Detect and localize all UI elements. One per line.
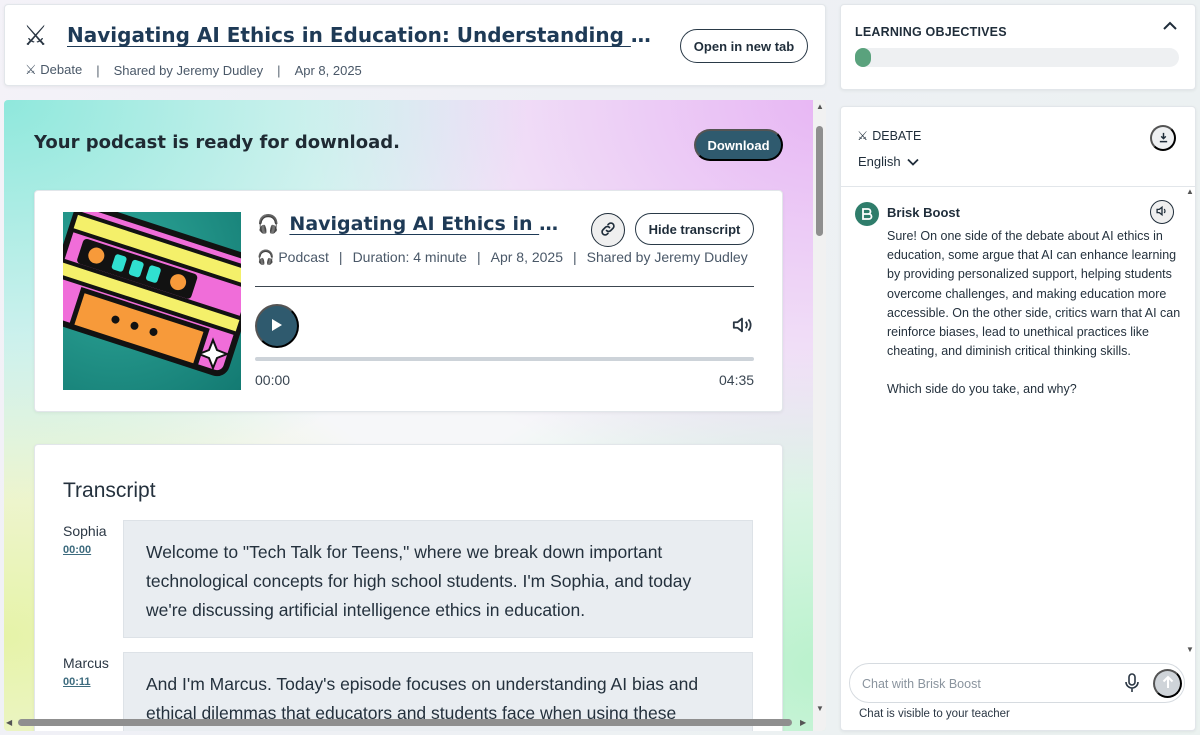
scroll-left-arrow-icon[interactable]: ◀: [6, 718, 12, 727]
objectives-title: LEARNING OBJECTIVES: [855, 25, 1007, 39]
transcript-heading: Transcript: [63, 479, 156, 502]
meta-separator: |: [277, 62, 281, 78]
podcast-ready-heading: Your podcast is ready for download.: [34, 132, 400, 153]
main-vertical-scrollbar[interactable]: ▲ ▼: [813, 100, 826, 731]
podcast-player: 🎧 Navigating AI Ethics in Education Hide…: [34, 190, 783, 412]
bot-message: Sure! On one side of the debate about AI…: [887, 227, 1183, 400]
main-content: Your podcast is ready for download. Down…: [4, 100, 826, 731]
scroll-up-arrow-icon[interactable]: ▲: [816, 102, 824, 111]
chat-scrollbar[interactable]: ▲ ▼: [1184, 187, 1195, 667]
send-button[interactable]: [1153, 669, 1182, 698]
chat-header-divider: [841, 186, 1195, 187]
total-time: 04:35: [719, 372, 755, 388]
podcast-title[interactable]: Navigating AI Ethics in Education: [289, 213, 565, 235]
speaker-name: Marcus: [63, 655, 109, 671]
speaker-name: Sophia: [63, 523, 107, 539]
scroll-thumb[interactable]: [18, 719, 792, 726]
crossed-swords-icon: ⚔: [857, 129, 869, 143]
chevron-down-icon: [907, 154, 919, 169]
podcast-meta: 🎧 Podcast | Duration: 4 minute | Apr 8, …: [257, 249, 748, 266]
activity-date: Apr 8, 2025: [294, 62, 362, 78]
play-button[interactable]: [255, 304, 299, 348]
bot-name: Brisk Boost: [887, 205, 960, 220]
scroll-right-arrow-icon[interactable]: ▶: [800, 718, 806, 727]
transcript-panel: Transcript Sophia 00:00 Welcome to "Tech…: [34, 444, 783, 731]
link-icon: [599, 220, 617, 241]
podcast-title-row: 🎧 Navigating AI Ethics in Education: [257, 213, 565, 235]
activity-header: ⚔ Navigating AI Ethics in Education: Und…: [4, 4, 826, 86]
scroll-up-arrow-icon[interactable]: ▲: [1186, 187, 1194, 196]
copy-link-button[interactable]: [591, 213, 625, 247]
play-icon: [271, 318, 283, 335]
podcast-shared-by: Shared by Jeremy Dudley: [586, 249, 748, 265]
chat-mode-label: ⚔ DEBATE: [857, 128, 922, 144]
scroll-down-arrow-icon[interactable]: ▼: [1186, 645, 1194, 654]
headphones-icon: 🎧: [257, 213, 280, 234]
meta-separator: |: [573, 249, 577, 265]
message-paragraph: Sure! On one side of the debate about AI…: [887, 229, 1181, 359]
crossed-swords-icon: ⚔: [23, 20, 49, 51]
speaker-icon: [1155, 205, 1169, 220]
chevron-up-icon[interactable]: [1162, 19, 1178, 37]
chat-input-container: [849, 663, 1185, 703]
scroll-down-arrow-icon[interactable]: ▼: [816, 704, 824, 713]
microphone-icon[interactable]: [1124, 673, 1140, 698]
meta-separator: |: [96, 62, 100, 78]
meta-separator: |: [476, 249, 481, 265]
arrow-up-icon: [1162, 675, 1174, 692]
hide-transcript-button[interactable]: Hide transcript: [635, 213, 754, 245]
timestamp-link[interactable]: 00:00: [63, 544, 91, 556]
playback-progress-bar[interactable]: [255, 357, 754, 361]
transcript-entry: Welcome to "Tech Talk for Teens," where …: [123, 520, 753, 638]
activity-meta: ⚔ Debate | Shared by Jeremy Dudley | Apr…: [25, 62, 362, 78]
message-paragraph: Which side do you take, and why?: [887, 382, 1077, 397]
chat-input[interactable]: [862, 674, 1112, 694]
read-aloud-button[interactable]: [1150, 200, 1174, 224]
language-select[interactable]: English: [858, 154, 919, 169]
objectives-progress-fill: [855, 48, 872, 67]
current-time: 00:00: [255, 372, 291, 388]
chat-visibility-note: Chat is visible to your teacher: [859, 708, 1010, 720]
podcast-date: Apr 8, 2025: [490, 249, 563, 265]
activity-type: ⚔ Debate: [25, 62, 83, 77]
podcast-kind: 🎧 Podcast: [257, 249, 329, 265]
learning-objectives-panel: LEARNING OBJECTIVES: [840, 4, 1196, 90]
timestamp-link[interactable]: 00:11: [63, 676, 91, 688]
objectives-progress-bar: [855, 48, 1179, 67]
open-in-new-tab-button[interactable]: Open in new tab: [680, 29, 808, 63]
shared-by: Shared by Jeremy Dudley: [113, 62, 264, 78]
download-button[interactable]: Download: [694, 129, 783, 161]
scroll-thumb[interactable]: [816, 126, 823, 236]
podcast-cover-image: [63, 212, 241, 390]
brisk-boost-avatar: [855, 202, 879, 226]
chat-panel: ⚔ DEBATE English Brisk Boost Sure! On on…: [840, 106, 1196, 731]
player-divider: [255, 286, 754, 287]
download-icon: [1158, 131, 1169, 146]
podcast-duration: Duration: 4 minute: [352, 249, 467, 265]
download-chat-button[interactable]: [1150, 125, 1176, 151]
activity-title[interactable]: Navigating AI Ethics in Education: Under…: [67, 23, 652, 47]
main-horizontal-scrollbar[interactable]: ◀ ▶: [4, 716, 812, 729]
meta-separator: |: [338, 249, 343, 265]
volume-icon[interactable]: [731, 315, 753, 340]
